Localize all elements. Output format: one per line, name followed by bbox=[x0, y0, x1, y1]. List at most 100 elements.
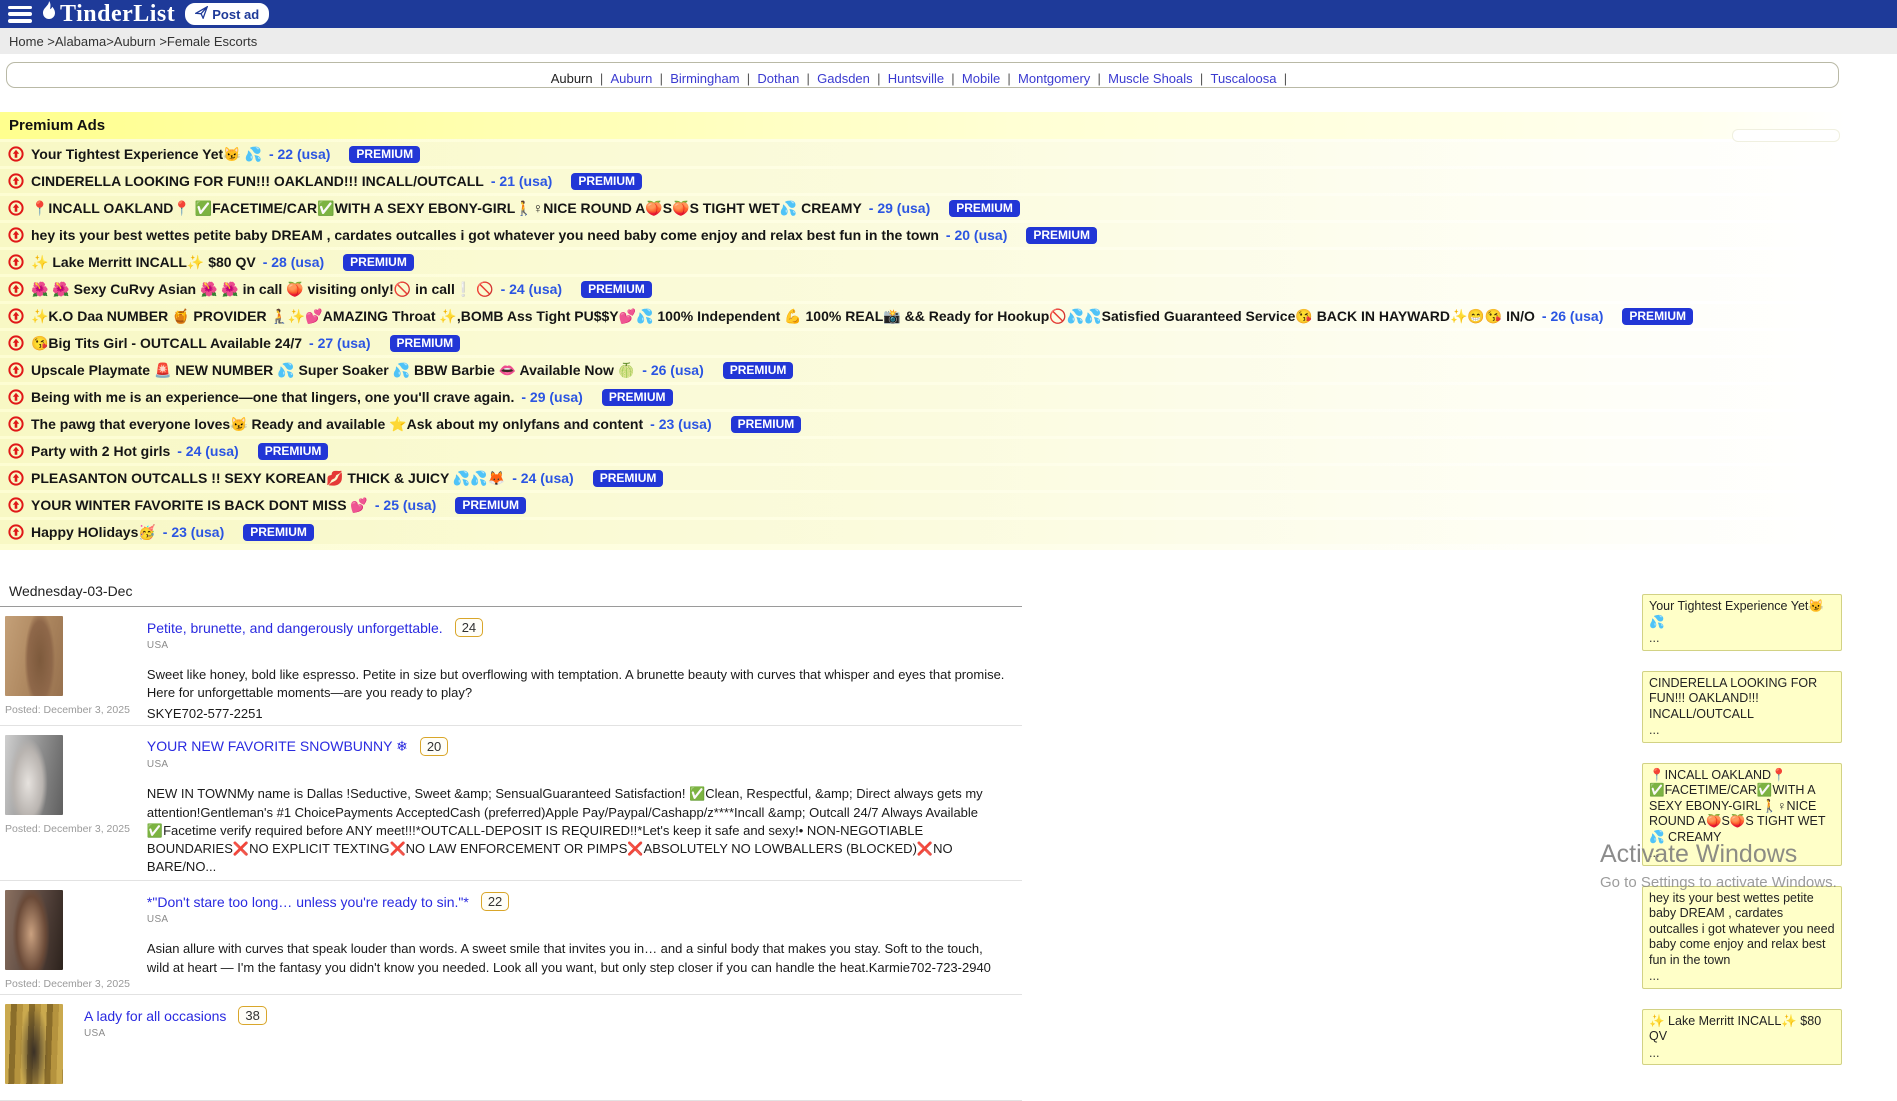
city-link[interactable]: Tuscaloosa bbox=[1210, 71, 1294, 86]
bump-up-icon bbox=[8, 173, 24, 189]
listing-title-link[interactable]: YOUR NEW FAVORITE SNOWBUNNY ❄ bbox=[147, 738, 408, 755]
premium-ad-title[interactable]: Being with me is an experience—one that … bbox=[31, 389, 514, 405]
premium-ad-row[interactable]: Happy HOlidays🥳 - 23 (usa) PREMIUM bbox=[0, 520, 1845, 544]
premium-ad-title[interactable]: Happy HOlidays🥳 bbox=[31, 524, 156, 541]
bump-up-icon bbox=[8, 335, 24, 351]
premium-badge: PREMIUM bbox=[258, 443, 329, 460]
city-link[interactable]: Dothan bbox=[757, 71, 817, 86]
premium-badge: PREMIUM bbox=[602, 389, 673, 406]
listing-location: USA bbox=[147, 914, 1007, 925]
listing-location: USA bbox=[147, 640, 1007, 651]
listing-thumbnail[interactable] bbox=[5, 1004, 63, 1084]
listing-description: Sweet like honey, bold like espresso. Pe… bbox=[147, 666, 1007, 702]
premium-sidebar: Your Tightest Experience Yet😼 💦 ... CIND… bbox=[1642, 594, 1842, 1065]
premium-ad-title[interactable]: 😘Big Tits Girl - OUTCALL Available 24/7 bbox=[31, 335, 302, 352]
listings-list: Posted: December 3, 2025 Petite, brunett… bbox=[0, 607, 1022, 1101]
premium-ad-title[interactable]: Your Tightest Experience Yet😼 💦 bbox=[31, 146, 262, 163]
premium-ad-age: - 24 (usa) bbox=[501, 281, 562, 297]
premium-ad-row[interactable]: Upscale Playmate 🚨 NEW NUMBER 💦 Super So… bbox=[0, 358, 1845, 382]
premium-ad-row[interactable]: The pawg that everyone loves😼 Ready and … bbox=[0, 412, 1845, 436]
premium-ad-title[interactable]: ✨K.O Daa NUMBER 🍯 PROVIDER 🧎✨💕AMAZING Th… bbox=[31, 308, 1535, 325]
bump-up-icon bbox=[8, 389, 24, 405]
sidebar-ad-title[interactable]: Your Tightest Experience Yet😼 💦 bbox=[1649, 599, 1835, 630]
menu-icon[interactable] bbox=[8, 6, 32, 23]
listing-row[interactable]: A lady for all occasions 38 USA bbox=[0, 995, 1022, 1101]
premium-ad-age: - 20 (usa) bbox=[946, 227, 1007, 243]
sidebar-ad-title[interactable]: ✨ Lake Merritt INCALL✨ $80 QV bbox=[1649, 1014, 1835, 1045]
paper-plane-icon bbox=[195, 6, 208, 22]
premium-ad-age: - 29 (usa) bbox=[869, 200, 930, 216]
premium-ad-row[interactable]: hey its your best wettes petite baby DRE… bbox=[0, 223, 1845, 247]
city-nav-list: Auburn Auburn Birmingham Dothan Gadsden … bbox=[551, 71, 1295, 86]
listing-thumbnail[interactable] bbox=[5, 735, 63, 815]
premium-badge: PREMIUM bbox=[390, 335, 461, 352]
sidebar-ad-box[interactable]: Your Tightest Experience Yet😼 💦 ... bbox=[1642, 594, 1842, 651]
premium-ad-age: - 21 (usa) bbox=[491, 173, 552, 189]
listing-thumbnail[interactable] bbox=[5, 890, 63, 970]
sidebar-ad-ellipsis: ... bbox=[1649, 723, 1835, 739]
listing-row[interactable]: Posted: December 3, 2025 Petite, brunett… bbox=[0, 607, 1022, 726]
premium-ad-age: - 23 (usa) bbox=[163, 524, 224, 540]
premium-ad-row[interactable]: PLEASANTON OUTCALLS !! SEXY KOREAN💋 THIC… bbox=[0, 466, 1845, 490]
listing-row[interactable]: Posted: December 3, 2025 *"Don't stare t… bbox=[0, 881, 1022, 995]
city-link[interactable]: Gadsden bbox=[817, 71, 888, 86]
city-link[interactable]: Muscle Shoals bbox=[1108, 71, 1210, 86]
listing-title-link[interactable]: A lady for all occasions bbox=[84, 1008, 226, 1024]
premium-ad-title[interactable]: 📍INCALL OAKLAND📍 ✅FACETIME/CAR✅WITH A SE… bbox=[31, 200, 862, 217]
premium-ad-title[interactable]: YOUR WINTER FAVORITE IS BACK DONT MISS 💕 bbox=[31, 497, 368, 514]
sidebar-ad-box[interactable]: ✨ Lake Merritt INCALL✨ $80 QV ... bbox=[1642, 1009, 1842, 1066]
premium-ad-row[interactable]: YOUR WINTER FAVORITE IS BACK DONT MISS 💕… bbox=[0, 493, 1845, 517]
bump-up-icon bbox=[8, 416, 24, 432]
listing-title-link[interactable]: Petite, brunette, and dangerously unforg… bbox=[147, 620, 443, 636]
listing-posted-date: Posted: December 3, 2025 bbox=[5, 978, 130, 990]
sidebar-ad-ellipsis: ... bbox=[1649, 846, 1835, 862]
premium-ad-row[interactable]: Your Tightest Experience Yet😼 💦 - 22 (us… bbox=[0, 142, 1845, 166]
listing-row[interactable]: Posted: December 3, 2025 YOUR NEW FAVORI… bbox=[0, 726, 1022, 881]
sidebar-ad-title[interactable]: 📍INCALL OAKLAND📍✅FACETIME/CAR✅WITH A SEX… bbox=[1649, 768, 1835, 846]
city-link[interactable]: Auburn bbox=[610, 71, 670, 86]
premium-badge: PREMIUM bbox=[343, 254, 414, 271]
sidebar-ad-title[interactable]: CINDERELLA LOOKING FOR FUN!!! OAKLAND!!!… bbox=[1649, 676, 1835, 723]
bump-up-icon bbox=[8, 281, 24, 297]
premium-ad-title[interactable]: 🌺 🌺 Sexy CuRvy Asian 🌺 🌺 in call 🍑 visit… bbox=[31, 281, 494, 298]
premium-ad-age: - 28 (usa) bbox=[263, 254, 324, 270]
premium-ad-row[interactable]: Party with 2 Hot girls - 24 (usa) PREMIU… bbox=[0, 439, 1845, 463]
post-ad-button[interactable]: Post ad bbox=[185, 3, 269, 25]
premium-badge: PREMIUM bbox=[949, 200, 1020, 217]
site-logo[interactable]: TinderList bbox=[40, 1, 175, 28]
city-link[interactable]: Auburn bbox=[551, 71, 611, 86]
flame-icon bbox=[40, 1, 60, 28]
breadcrumb[interactable]: Home >Alabama>Auburn >Female Escorts bbox=[0, 28, 1897, 54]
premium-ad-title[interactable]: Party with 2 Hot girls bbox=[31, 443, 170, 459]
premium-ad-title[interactable]: The pawg that everyone loves😼 Ready and … bbox=[31, 416, 643, 433]
premium-ad-title[interactable]: Upscale Playmate 🚨 NEW NUMBER 💦 Super So… bbox=[31, 362, 635, 379]
bump-up-icon bbox=[8, 443, 24, 459]
city-link[interactable]: Mobile bbox=[962, 71, 1018, 86]
sidebar-ad-box[interactable]: CINDERELLA LOOKING FOR FUN!!! OAKLAND!!!… bbox=[1642, 671, 1842, 743]
premium-ad-row[interactable]: Being with me is an experience—one that … bbox=[0, 385, 1845, 409]
premium-ad-row[interactable]: 📍INCALL OAKLAND📍 ✅FACETIME/CAR✅WITH A SE… bbox=[0, 196, 1845, 220]
listing-location: USA bbox=[147, 759, 1007, 770]
listing-title-link[interactable]: *"Don't stare too long… unless you're re… bbox=[147, 894, 469, 910]
premium-ad-title[interactable]: CINDERELLA LOOKING FOR FUN!!! OAKLAND!!!… bbox=[31, 173, 484, 189]
premium-badge: PREMIUM bbox=[1026, 227, 1097, 244]
sidebar-ad-box[interactable]: 📍INCALL OAKLAND📍✅FACETIME/CAR✅WITH A SEX… bbox=[1642, 763, 1842, 866]
premium-badge: PREMIUM bbox=[723, 362, 794, 379]
city-link[interactable]: Birmingham bbox=[670, 71, 757, 86]
premium-ad-row[interactable]: 😘Big Tits Girl - OUTCALL Available 24/7 … bbox=[0, 331, 1845, 355]
sidebar-ad-box[interactable]: hey its your best wettes petite baby DRE… bbox=[1642, 886, 1842, 989]
premium-ad-row[interactable]: CINDERELLA LOOKING FOR FUN!!! OAKLAND!!!… bbox=[0, 169, 1845, 193]
bump-up-icon bbox=[8, 200, 24, 216]
premium-ad-row[interactable]: ✨K.O Daa NUMBER 🍯 PROVIDER 🧎✨💕AMAZING Th… bbox=[0, 304, 1845, 328]
listing-thumbnail[interactable] bbox=[5, 616, 63, 696]
city-link[interactable]: Montgomery bbox=[1018, 71, 1108, 86]
premium-ad-title[interactable]: ✨ Lake Merritt INCALL✨ $80 QV bbox=[31, 254, 256, 271]
premium-ad-row[interactable]: 🌺 🌺 Sexy CuRvy Asian 🌺 🌺 in call 🍑 visit… bbox=[0, 277, 1845, 301]
premium-ad-title[interactable]: hey its your best wettes petite baby DRE… bbox=[31, 227, 939, 243]
city-link[interactable]: Huntsville bbox=[888, 71, 962, 86]
premium-ad-title[interactable]: PLEASANTON OUTCALLS !! SEXY KOREAN💋 THIC… bbox=[31, 470, 505, 487]
sidebar-ad-title[interactable]: hey its your best wettes petite baby DRE… bbox=[1649, 891, 1835, 969]
top-navbar: TinderList Post ad bbox=[0, 0, 1897, 28]
premium-ads-header: Premium Ads bbox=[0, 112, 1845, 139]
premium-ad-row[interactable]: ✨ Lake Merritt INCALL✨ $80 QV - 28 (usa)… bbox=[0, 250, 1845, 274]
